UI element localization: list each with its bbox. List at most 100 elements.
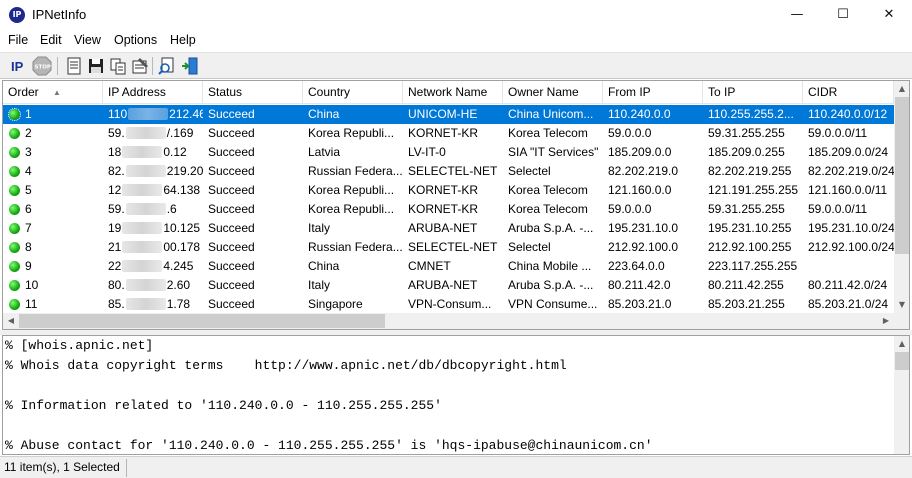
cell-order: 6 [25, 202, 32, 216]
status-separator [126, 459, 127, 477]
table-row[interactable]: 3 18 0.12 Succeed Latvia LV-IT-0 SIA "IT … [3, 143, 894, 162]
minimize-button[interactable]: — [774, 0, 820, 30]
column-header-to-ip[interactable]: To IP [703, 81, 803, 104]
whois-line: % Information related to '110.240.0.0 - … [5, 398, 442, 413]
table-row[interactable]: 5 12 64.138 Succeed Korea Republi... KORN… [3, 181, 894, 200]
column-header-cidr[interactable]: CIDR [803, 81, 894, 104]
redacted-mask [125, 165, 166, 177]
cell-to-ip: 59.31.255.255 [708, 126, 785, 140]
save-icon[interactable] [86, 56, 106, 76]
cell-order: 5 [25, 183, 32, 197]
toolbar-separator [152, 57, 153, 75]
scroll-up-icon[interactable]: ▲ [894, 336, 909, 352]
cell-country: Korea Republi... [308, 202, 395, 216]
list-horizontal-scroll-thumb[interactable] [19, 314, 385, 328]
cell-network-name: KORNET-KR [408, 202, 479, 216]
ip-results-list[interactable]: Order ▲ IP Address Status Country Network… [2, 80, 910, 330]
cell-cidr: 121.160.0.0/11 [808, 183, 888, 197]
ip-lookup-icon[interactable]: IP [9, 56, 29, 76]
cell-ip-address: 59./.169 [108, 126, 194, 140]
text-report-icon[interactable] [64, 56, 84, 76]
scroll-down-icon[interactable]: ▼ [894, 297, 909, 313]
list-horizontal-scrollbar[interactable]: ◀ ▶ [3, 313, 894, 329]
table-row[interactable]: 1 110 212.46 Succeed China UNICOM-HE Chin… [3, 105, 894, 124]
whois-vertical-scrollbar[interactable]: ▲ [894, 336, 909, 454]
cell-country: Italy [308, 221, 331, 235]
cell-ip-address: 22 4.245 [108, 259, 194, 273]
cell-order: 1 [25, 107, 32, 121]
cell-status: Succeed [208, 297, 255, 311]
list-vertical-scrollbar[interactable]: ▲ ▼ [894, 81, 909, 313]
cell-country: Korea Republi... [308, 183, 395, 197]
column-header-order[interactable]: Order ▲ [3, 81, 103, 104]
cell-ip-address: 19 10.125 [108, 221, 201, 235]
table-row[interactable]: 4 82.219.202 Succeed Russian Federa... S… [3, 162, 894, 181]
cell-to-ip: 59.31.255.255 [708, 202, 785, 216]
list-vertical-scroll-thumb[interactable] [895, 97, 909, 254]
status-ok-icon [9, 204, 20, 215]
cell-from-ip: 195.231.10.0 [608, 221, 679, 235]
cell-order: 8 [25, 240, 32, 254]
table-row[interactable]: 8 21 00.178 Succeed Russian Federa... SEL… [3, 238, 894, 257]
cell-country: China [308, 259, 340, 273]
cell-network-name: ARUBA-NET [408, 278, 478, 292]
redacted-mask [122, 146, 163, 158]
find-icon[interactable] [157, 56, 177, 76]
table-row[interactable]: 2 59./.169 Succeed Korea Republi... KORN… [3, 124, 894, 143]
cell-status: Succeed [208, 221, 255, 235]
menu-file[interactable]: File [8, 33, 28, 47]
cell-owner-name: Korea Telecom [508, 183, 588, 197]
whois-text-pane[interactable]: % [whois.apnic.net] % Whois data copyrig… [2, 335, 910, 455]
column-header-from-ip[interactable]: From IP [603, 81, 703, 104]
column-header-owner-name[interactable]: Owner Name [503, 81, 603, 104]
cell-ip-address: 59. .6 [108, 202, 177, 216]
column-header-network-name[interactable]: Network Name [403, 81, 503, 104]
column-header-status[interactable]: Status [203, 81, 303, 104]
close-button[interactable]: ✕ [866, 0, 912, 30]
cell-owner-name: Korea Telecom [508, 202, 588, 216]
table-row[interactable]: 11 85. 1.78 Succeed Singapore VPN-Consum.… [3, 295, 894, 314]
status-ok-icon [9, 299, 20, 310]
copy-icon[interactable] [108, 56, 128, 76]
menu-help[interactable]: Help [170, 33, 196, 47]
table-row[interactable]: 9 22 4.245 Succeed China CMNET China Mobi… [3, 257, 894, 276]
scroll-up-icon[interactable]: ▲ [894, 81, 909, 97]
status-ok-icon [8, 108, 21, 121]
cell-status: Succeed [208, 107, 255, 121]
menu-edit[interactable]: Edit [40, 33, 62, 47]
scroll-right-icon[interactable]: ▶ [878, 313, 894, 329]
cell-cidr: 110.240.0.0/12 [808, 107, 888, 121]
table-row[interactable]: 6 59. .6 Succeed Korea Republi... KORNET-… [3, 200, 894, 219]
scroll-left-icon[interactable]: ◀ [3, 313, 19, 329]
redacted-mask [122, 184, 163, 196]
cell-cidr: 59.0.0.0/11 [808, 126, 868, 140]
column-header-country[interactable]: Country [303, 81, 403, 104]
whois-vertical-scroll-thumb[interactable] [895, 352, 909, 370]
menu-options[interactable]: Options [114, 33, 157, 47]
menu-view[interactable]: View [74, 33, 101, 47]
exit-icon[interactable] [180, 56, 200, 76]
cell-status: Succeed [208, 240, 255, 254]
whois-line: % [whois.apnic.net] [5, 338, 154, 353]
cell-country: Russian Federa... [308, 164, 403, 178]
cell-order: 2 [25, 126, 32, 140]
column-header-ip-address[interactable]: IP Address [103, 81, 203, 104]
cell-network-name: KORNET-KR [408, 183, 479, 197]
table-row[interactable]: 10 80. 2.60 Succeed Italy ARUBA-NET Aruba… [3, 276, 894, 295]
svg-text:STOP: STOP [35, 65, 51, 71]
properties-icon[interactable] [130, 56, 150, 76]
cell-owner-name: SIA "IT Services" [508, 145, 599, 159]
redacted-mask [125, 127, 166, 139]
cell-cidr: 80.211.42.0/24 [808, 278, 888, 292]
sort-ascending-icon: ▲ [53, 88, 61, 97]
cell-network-name: LV-IT-0 [408, 145, 446, 159]
cell-cidr: 212.92.100.0/24 [808, 240, 894, 254]
cell-to-ip: 110.255.255.2... [708, 107, 794, 121]
cell-ip-address: 21 00.178 [108, 240, 201, 254]
cell-from-ip: 59.0.0.0 [608, 126, 652, 140]
cell-to-ip: 223.117.255.255 [708, 259, 798, 273]
table-row[interactable]: 7 19 10.125 Succeed Italy ARUBA-NET Aruba… [3, 219, 894, 238]
stop-icon[interactable]: STOP [32, 56, 52, 76]
cell-owner-name: China Unicom... [508, 107, 594, 121]
maximize-button[interactable]: ☐ [820, 0, 866, 30]
